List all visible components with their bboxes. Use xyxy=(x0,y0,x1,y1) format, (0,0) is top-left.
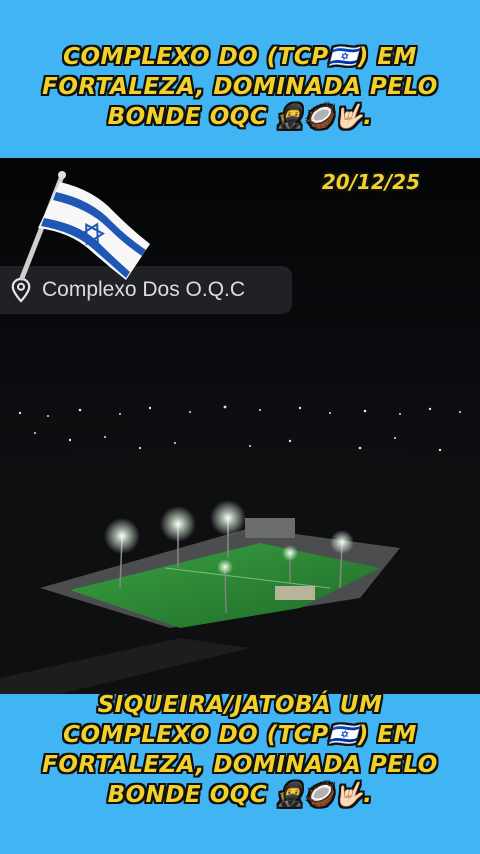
date-stamp: 20/12/25 xyxy=(321,170,420,194)
bottom-caption-line-2: COMPLEXO DO (TCP🇮🇱) EM xyxy=(63,722,417,748)
bottom-caption-line-4: BONDE OQC 🥷🥥🤟🏻. xyxy=(107,782,373,808)
bottom-caption: SIQUEIRA/JATOBÁ UM COMPLEXO DO (TCP🇮🇱) E… xyxy=(0,690,480,810)
top-caption-line-3: BONDE OQC 🥷🥥🤟🏻. xyxy=(107,104,373,130)
top-caption: COMPLEXO DO (TCP🇮🇱) EM FORTALEZA, DOMINA… xyxy=(0,42,480,132)
bottom-caption-line-1: SIQUEIRA/JATOBÁ UM xyxy=(97,692,383,718)
bottom-caption-line-3: FORTALEZA, DOMINADA PELO xyxy=(42,752,438,778)
israel-flag-icon xyxy=(19,171,150,281)
top-caption-line-2: FORTALEZA, DOMINADA PELO xyxy=(42,74,438,100)
top-caption-line-1: COMPLEXO DO (TCP🇮🇱) EM xyxy=(63,44,417,70)
